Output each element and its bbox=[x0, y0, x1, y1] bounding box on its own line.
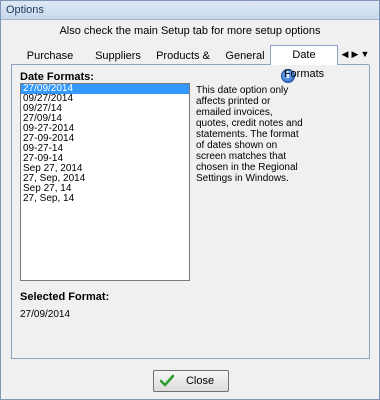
date-formats-label: Date Formats: bbox=[20, 71, 94, 83]
setup-hint-text: Also check the main Setup tab for more s… bbox=[59, 25, 321, 37]
triangle-right-icon[interactable]: ▶ bbox=[350, 47, 360, 61]
selected-format-label: Selected Format: bbox=[20, 291, 110, 303]
selected-format-value: 27/09/2014 bbox=[20, 309, 71, 320]
close-button[interactable]: Close bbox=[153, 370, 229, 392]
options-window: Options Also check the main Setup tab fo… bbox=[0, 0, 380, 400]
window-title: Options bbox=[6, 4, 44, 16]
tab-general[interactable]: General bbox=[223, 48, 267, 64]
tab-purchase-orders[interactable]: Purchase Orders bbox=[11, 48, 89, 78]
list-item[interactable]: 27, Sep, 14 bbox=[21, 194, 189, 204]
triangle-left-icon[interactable]: ◀ bbox=[340, 47, 350, 61]
close-button-label: Close bbox=[185, 375, 215, 387]
triangle-down-icon[interactable]: ▼ bbox=[360, 47, 370, 61]
tab-strip: Purchase Orders Suppliers Products & Sto… bbox=[11, 45, 370, 80]
date-formats-listbox[interactable]: 27/09/2014 09/27/2014 09/27/14 27/09/14 … bbox=[20, 83, 190, 281]
tab-products-stock[interactable]: Products & Stock bbox=[147, 48, 219, 78]
green-check-icon bbox=[160, 374, 174, 387]
date-format-description: This date option only affects printed or… bbox=[196, 85, 303, 184]
date-formats-panel: Date Formats: 27/09/2014 09/27/2014 09/2… bbox=[11, 65, 370, 359]
title-bar: Options bbox=[1, 1, 379, 20]
tab-suppliers[interactable]: Suppliers bbox=[91, 48, 145, 64]
tab-date-formats[interactable]: Date Formats bbox=[270, 45, 338, 80]
